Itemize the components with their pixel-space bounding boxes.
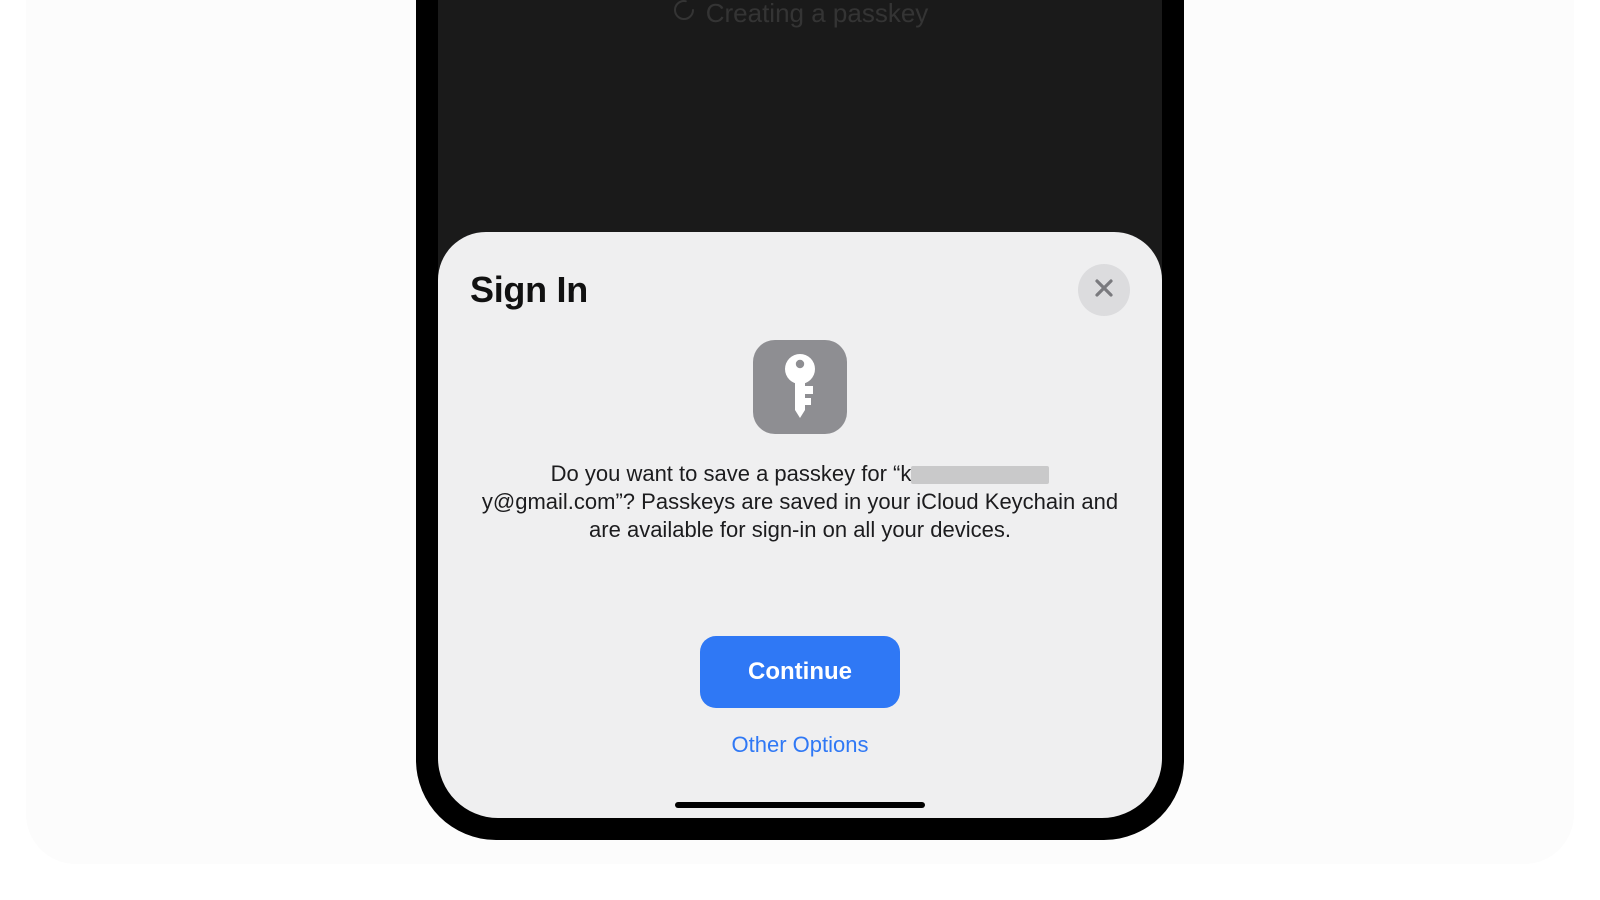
body-prefix: Do you want to save a passkey for “k <box>551 461 912 486</box>
redacted-email-segment <box>911 466 1049 484</box>
continue-button[interactable]: Continue <box>700 636 900 708</box>
home-indicator[interactable] <box>675 802 925 808</box>
close-button[interactable] <box>1078 264 1130 316</box>
stage: Creating a passkey Sign In <box>0 0 1600 900</box>
sheet-actions: Continue Other Options <box>470 636 1130 758</box>
key-icon <box>777 352 823 423</box>
sheet-body-text: Do you want to save a passkey for “k y@gm… <box>470 460 1130 544</box>
phone-frame: Creating a passkey Sign In <box>416 0 1184 840</box>
phone-screen: Creating a passkey Sign In <box>438 0 1162 818</box>
continue-label: Continue <box>748 658 852 685</box>
passkey-sheet: Sign In <box>438 232 1162 818</box>
body-email-suffix: y@gmail.com”? <box>482 489 635 514</box>
close-icon <box>1093 277 1115 304</box>
key-badge <box>753 340 847 434</box>
sheet-header: Sign In <box>470 264 1130 316</box>
other-options-label: Other Options <box>732 732 869 757</box>
other-options-link[interactable]: Other Options <box>732 732 869 758</box>
sheet-title: Sign In <box>470 269 588 311</box>
body-rest: Passkeys are saved in your iCloud Keycha… <box>589 489 1118 542</box>
